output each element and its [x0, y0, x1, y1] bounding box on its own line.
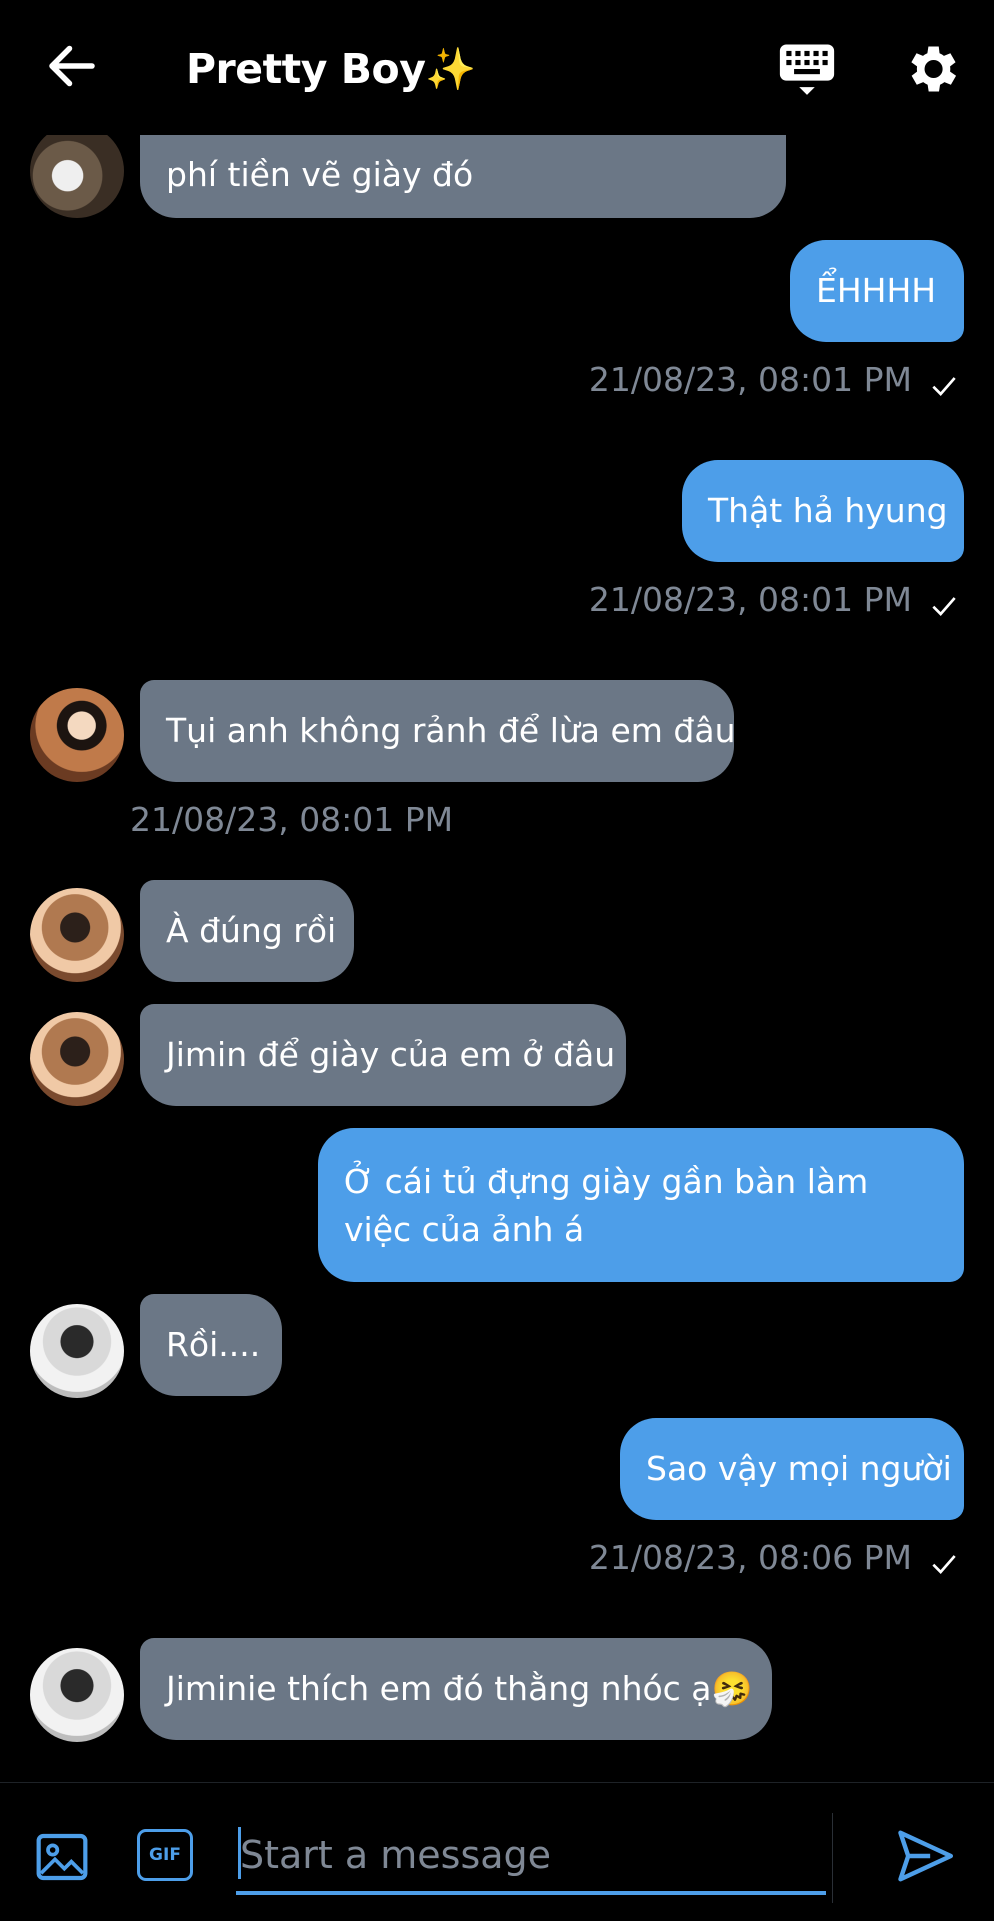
send-icon[interactable] — [894, 1825, 956, 1887]
chat-header: Pretty Boy✨ — [0, 0, 994, 135]
incoming-message-bubble[interactable]: Rồi.... — [140, 1294, 282, 1396]
outgoing-message-bubble[interactable]: ỂHHHH — [790, 240, 964, 342]
gear-icon[interactable] — [900, 38, 962, 100]
image-icon[interactable] — [34, 1829, 90, 1885]
message-input[interactable] — [236, 1819, 826, 1895]
sent-check-icon — [932, 377, 956, 396]
incoming-message-bubble[interactable]: Jimin để giày của em ở đâu — [140, 1004, 626, 1106]
avatar[interactable] — [30, 1012, 124, 1106]
conversation-title: Pretty Boy✨ — [186, 45, 476, 93]
incoming-message-bubble[interactable]: Jiminie thích em đó thằng nhóc ạ🤧 — [140, 1638, 772, 1740]
gif-button[interactable]: GIF — [137, 1829, 193, 1881]
outgoing-message-bubble[interactable]: Sao vậy mọi người — [620, 1418, 964, 1520]
message-timestamp: 21/08/23, 08:01 PM — [130, 800, 454, 839]
outgoing-message-bubble[interactable]: Ở cái tủ đựng giày gần bàn làm việc của … — [318, 1128, 964, 1282]
avatar[interactable] — [30, 124, 124, 218]
sent-check-icon — [932, 1555, 956, 1574]
text-cursor — [238, 1827, 241, 1879]
incoming-message-bubble[interactable]: Tụi anh không rảnh để lừa em đâu — [140, 680, 736, 782]
avatar[interactable] — [30, 888, 124, 982]
keyboard-icon[interactable] — [776, 38, 838, 100]
avatar[interactable] — [30, 688, 124, 782]
avatar[interactable] — [30, 1648, 124, 1742]
message-list[interactable]: phí tiền vẽ giày đó ỂHHHH 21/08/23, 08:0… — [0, 0, 994, 1780]
message-timestamp: 21/08/23, 08:06 PM — [588, 1538, 912, 1577]
arrow-left-icon[interactable] — [42, 36, 102, 96]
avatar[interactable] — [30, 1304, 124, 1398]
incoming-message-bubble[interactable]: À đúng rồi — [140, 880, 354, 982]
message-timestamp: 21/08/23, 08:01 PM — [588, 360, 912, 399]
composer-divider — [832, 1813, 833, 1903]
sent-check-icon — [932, 597, 956, 616]
message-timestamp: 21/08/23, 08:01 PM — [588, 580, 912, 619]
outgoing-message-bubble[interactable]: Thật hả hyung — [682, 460, 964, 562]
message-composer: GIF — [0, 1782, 994, 1921]
